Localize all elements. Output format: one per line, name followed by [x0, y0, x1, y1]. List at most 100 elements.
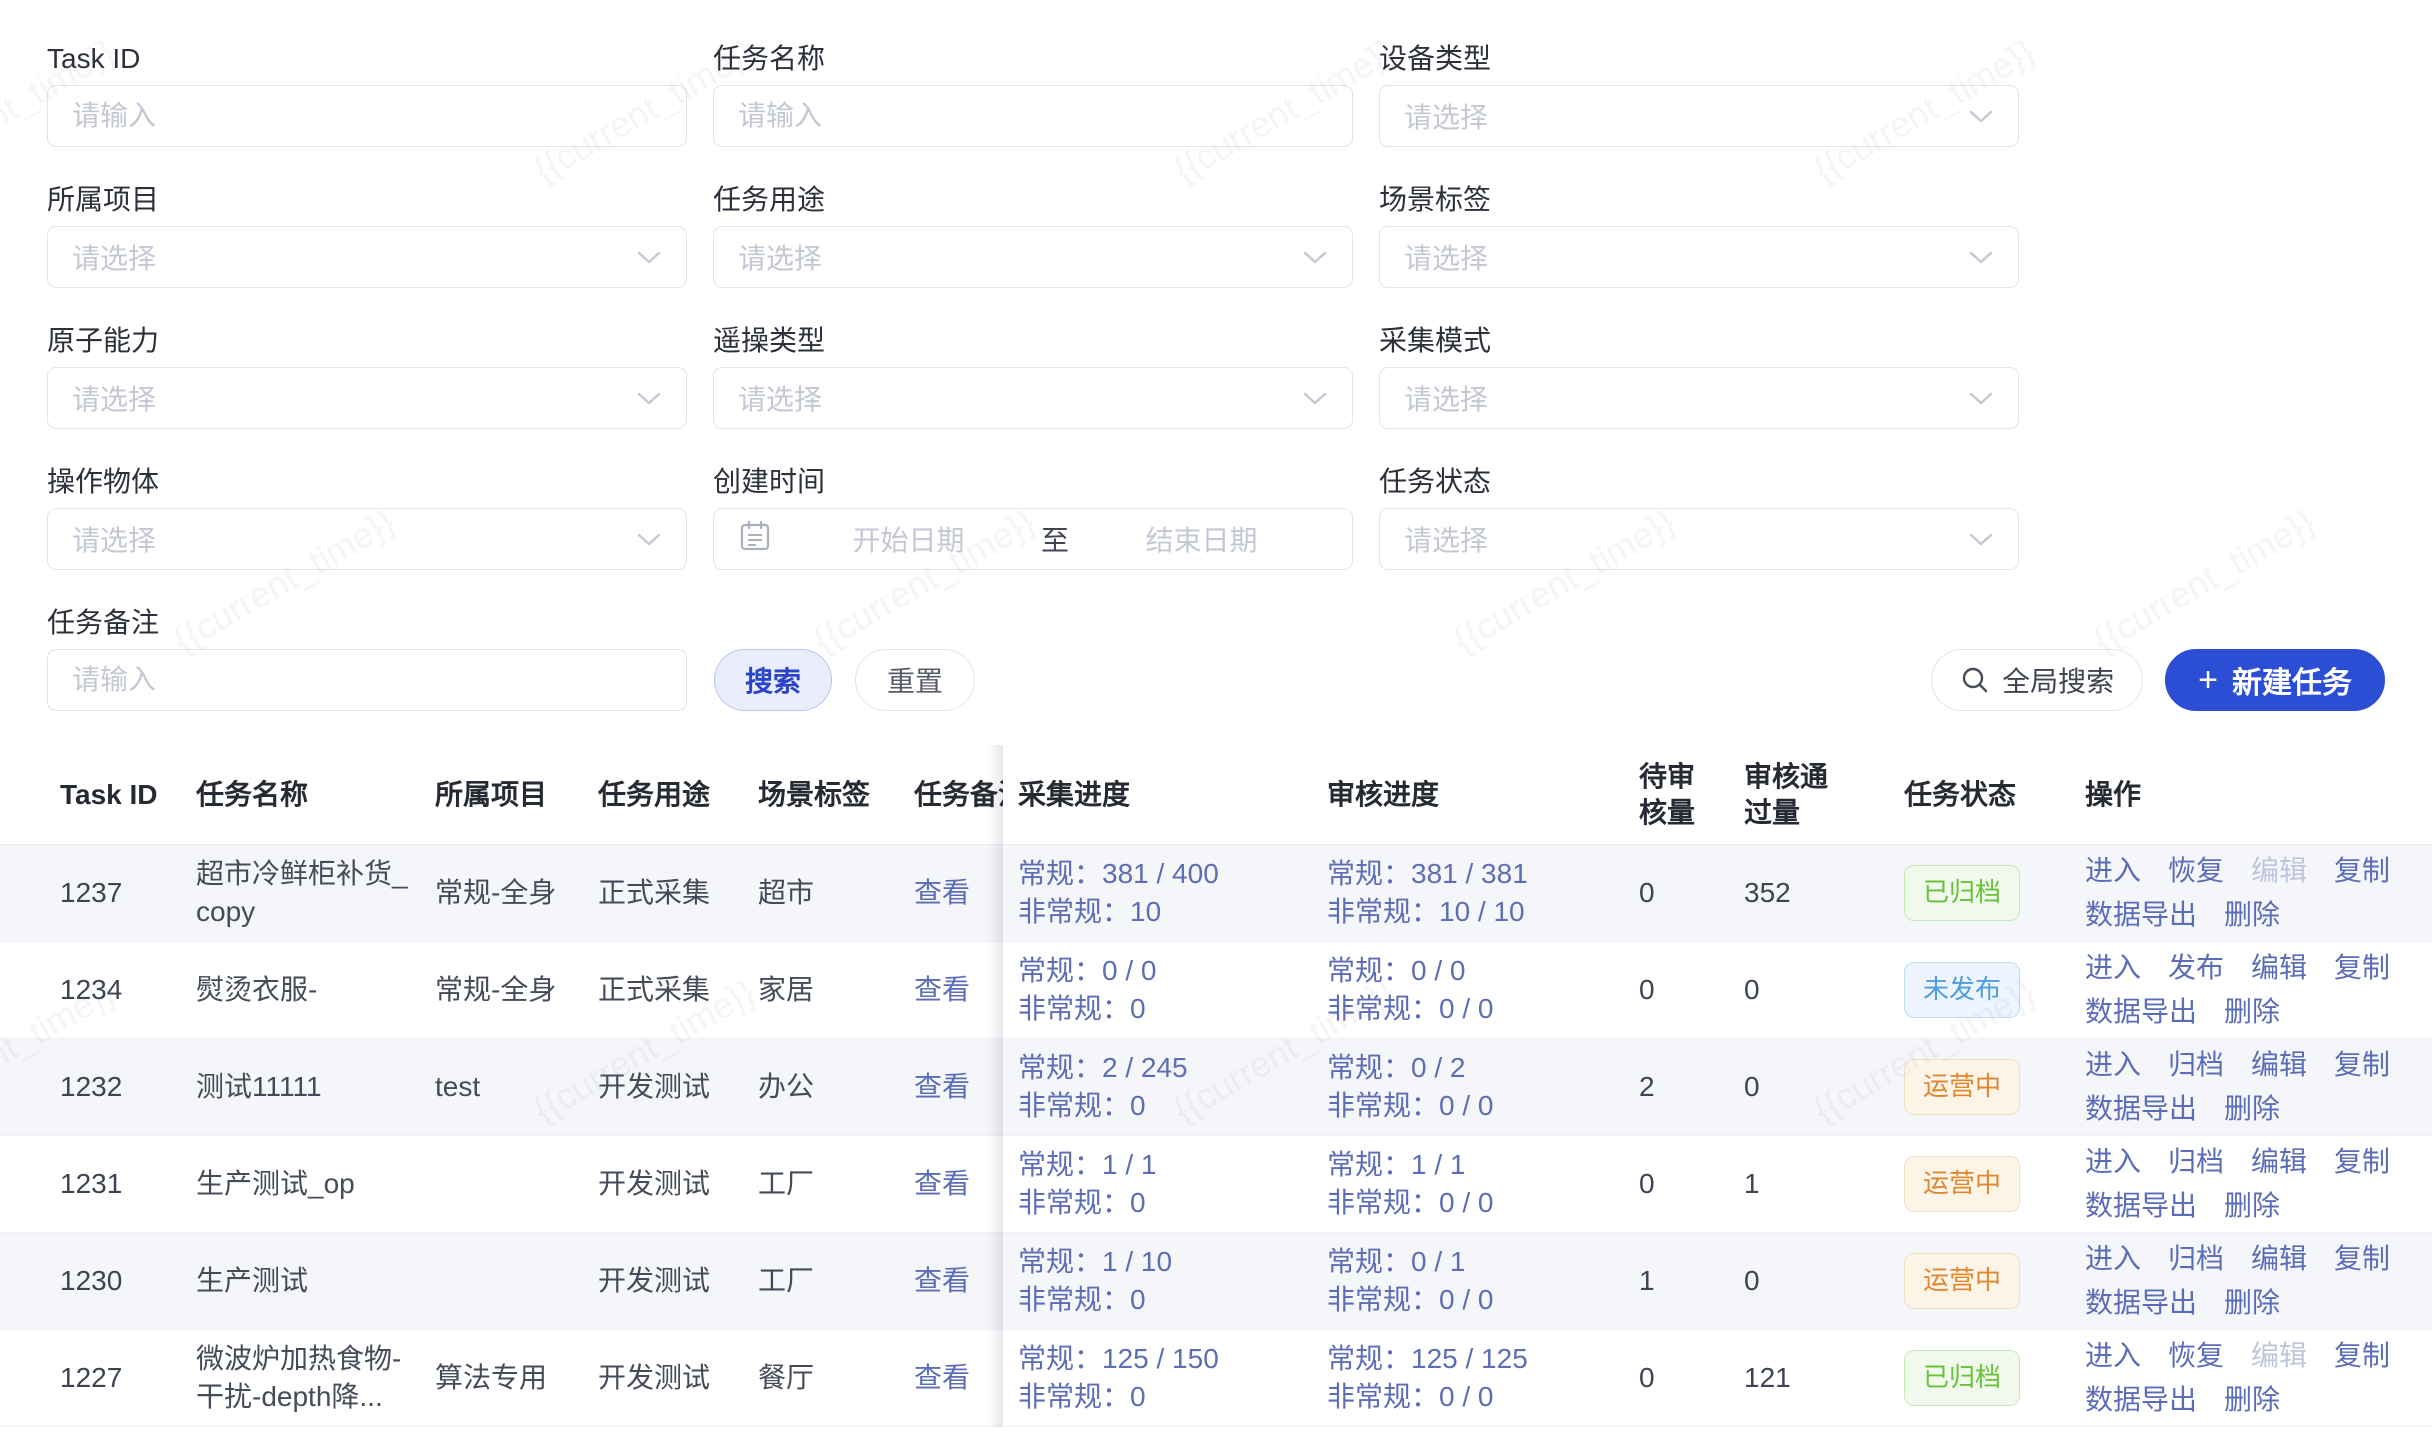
- filter-label: 任务用途: [713, 183, 1353, 217]
- cell-pending-count: 0: [1639, 1359, 1744, 1397]
- table-row-left: 1230生产测试开发测试工厂查看: [0, 1233, 1003, 1330]
- select-placeholder: 请选择: [1404, 519, 1488, 559]
- table-scroll-right[interactable]: 采集进度审核进度待审核量审核通过量任务状态操作 常规：381 / 400非常规：…: [1003, 745, 2432, 1427]
- filter-select[interactable]: 请选择: [1379, 367, 2019, 429]
- view-remark-link[interactable]: 查看: [914, 1265, 970, 1296]
- filter-select[interactable]: 请选择: [47, 508, 687, 570]
- view-remark-link[interactable]: 查看: [914, 1168, 970, 1199]
- view-remark-link[interactable]: 查看: [914, 1362, 970, 1393]
- filter-input[interactable]: [738, 87, 1328, 145]
- progress-line: 非常规：0 / 0: [1327, 1087, 1619, 1125]
- cell-purpose: 开发测试: [598, 1068, 758, 1106]
- filter-select[interactable]: 请选择: [1379, 226, 2019, 288]
- filter-select[interactable]: 请选择: [1379, 508, 2019, 570]
- view-remark-link[interactable]: 查看: [914, 974, 970, 1005]
- action-link[interactable]: 删除: [2224, 1090, 2280, 1128]
- task-remark-input[interactable]: [72, 651, 662, 709]
- action-link[interactable]: 进入: [2085, 1143, 2141, 1181]
- view-remark-link[interactable]: 查看: [914, 877, 970, 908]
- action-link[interactable]: 数据导出: [2085, 896, 2197, 934]
- action-link[interactable]: 删除: [2224, 1284, 2280, 1322]
- action-link[interactable]: 数据导出: [2085, 1187, 2197, 1225]
- action-link[interactable]: 复制: [2334, 852, 2390, 890]
- action-link[interactable]: 编辑: [2251, 1046, 2307, 1084]
- cell-collect-progress: 常规：125 / 150非常规：0: [1018, 1340, 1327, 1416]
- filter-item-0: Task ID: [47, 42, 687, 147]
- action-link[interactable]: 数据导出: [2085, 1090, 2197, 1128]
- filter-label: 原子能力: [47, 324, 687, 358]
- filter-input[interactable]: [72, 87, 662, 145]
- progress-line: 常规：0 / 1: [1327, 1243, 1619, 1281]
- filter-select[interactable]: 请选择: [47, 226, 687, 288]
- cell-collect-progress: 常规：2 / 245非常规：0: [1018, 1049, 1327, 1125]
- cell-approved-count: 0: [1744, 1262, 1904, 1300]
- progress-line: 常规：1 / 10: [1018, 1243, 1307, 1281]
- action-link[interactable]: 进入: [2085, 949, 2141, 987]
- task-management-page: Task ID任务名称设备类型请选择所属项目请选择任务用途请选择场景标签请选择原…: [0, 0, 2432, 1436]
- progress-line: 非常规：0: [1018, 1184, 1307, 1222]
- cell-scene: 超市: [758, 874, 914, 912]
- filter-label: 遥操类型: [713, 324, 1353, 358]
- filter-select[interactable]: 请选择: [47, 367, 687, 429]
- progress-line: 非常规：0: [1018, 1378, 1307, 1416]
- action-link[interactable]: 删除: [2224, 1187, 2280, 1225]
- select-placeholder: 请选择: [1404, 378, 1488, 418]
- progress-line: 常规：0 / 0: [1018, 952, 1307, 990]
- progress-line: 非常规：0: [1018, 1087, 1307, 1125]
- filter-select[interactable]: 请选择: [1379, 85, 2019, 147]
- filter-item-3: 所属项目请选择: [47, 183, 687, 288]
- action-link[interactable]: 删除: [2224, 896, 2280, 934]
- search-button[interactable]: 搜索: [714, 649, 832, 711]
- column-header-text: 待审核量: [1639, 759, 1699, 831]
- date-range-picker[interactable]: 开始日期至结束日期: [713, 508, 1353, 570]
- action-link[interactable]: 进入: [2085, 1337, 2141, 1375]
- action-link[interactable]: 归档: [2168, 1143, 2224, 1181]
- cell-remark: 查看: [914, 874, 1003, 912]
- action-link[interactable]: 发布: [2168, 949, 2224, 987]
- view-remark-link[interactable]: 查看: [914, 1071, 970, 1102]
- cell-status: 未发布: [1904, 962, 2085, 1018]
- action-link[interactable]: 复制: [2334, 1337, 2390, 1375]
- create-task-button[interactable]: + 新建任务: [2165, 649, 2385, 711]
- progress-line: 常规：1 / 1: [1327, 1146, 1619, 1184]
- column-header-text: 任务状态: [1904, 779, 2016, 810]
- cell-task-id: 1227: [60, 1359, 196, 1397]
- filter-label: 任务备注: [47, 606, 687, 640]
- action-link[interactable]: 进入: [2085, 1240, 2141, 1278]
- action-link[interactable]: 复制: [2334, 949, 2390, 987]
- cell-project: 算法专用: [435, 1359, 598, 1397]
- action-link[interactable]: 数据导出: [2085, 993, 2197, 1031]
- cell-approved-count: 0: [1744, 971, 1904, 1009]
- global-search-button[interactable]: 全局搜索: [1931, 649, 2143, 711]
- action-link[interactable]: 恢复: [2168, 1337, 2224, 1375]
- action-link[interactable]: 编辑: [2251, 949, 2307, 987]
- chevron-down-icon: [1968, 382, 1994, 414]
- action-link[interactable]: 进入: [2085, 1046, 2141, 1084]
- action-link[interactable]: 进入: [2085, 852, 2141, 890]
- action-link[interactable]: 归档: [2168, 1240, 2224, 1278]
- cell-scene: 办公: [758, 1068, 914, 1106]
- action-link[interactable]: 复制: [2334, 1046, 2390, 1084]
- action-link[interactable]: 恢复: [2168, 852, 2224, 890]
- cell-remark: 查看: [914, 971, 1003, 1009]
- action-link-disabled: 编辑: [2251, 1337, 2307, 1375]
- action-link[interactable]: 数据导出: [2085, 1284, 2197, 1322]
- filter-label: 所属项目: [47, 183, 687, 217]
- filter-last-row: 任务备注 搜索 重置 全局搜索 + 新建任务: [47, 606, 2385, 711]
- action-link[interactable]: 删除: [2224, 993, 2280, 1031]
- date-range-separator: 至: [1035, 519, 1075, 559]
- action-link[interactable]: 复制: [2334, 1143, 2390, 1181]
- action-link[interactable]: 编辑: [2251, 1240, 2307, 1278]
- filter-select[interactable]: 请选择: [713, 367, 1353, 429]
- action-link[interactable]: 数据导出: [2085, 1381, 2197, 1419]
- cell-status: 运营中: [1904, 1253, 2085, 1309]
- action-link[interactable]: 归档: [2168, 1046, 2224, 1084]
- date-start-placeholder: 开始日期: [782, 519, 1035, 559]
- column-header: 场景标签: [758, 777, 914, 813]
- cell-collect-progress: 常规：1 / 10非常规：0: [1018, 1243, 1327, 1319]
- action-link[interactable]: 删除: [2224, 1381, 2280, 1419]
- reset-button[interactable]: 重置: [855, 649, 975, 711]
- action-link[interactable]: 复制: [2334, 1240, 2390, 1278]
- filter-select[interactable]: 请选择: [713, 226, 1353, 288]
- action-link[interactable]: 编辑: [2251, 1143, 2307, 1181]
